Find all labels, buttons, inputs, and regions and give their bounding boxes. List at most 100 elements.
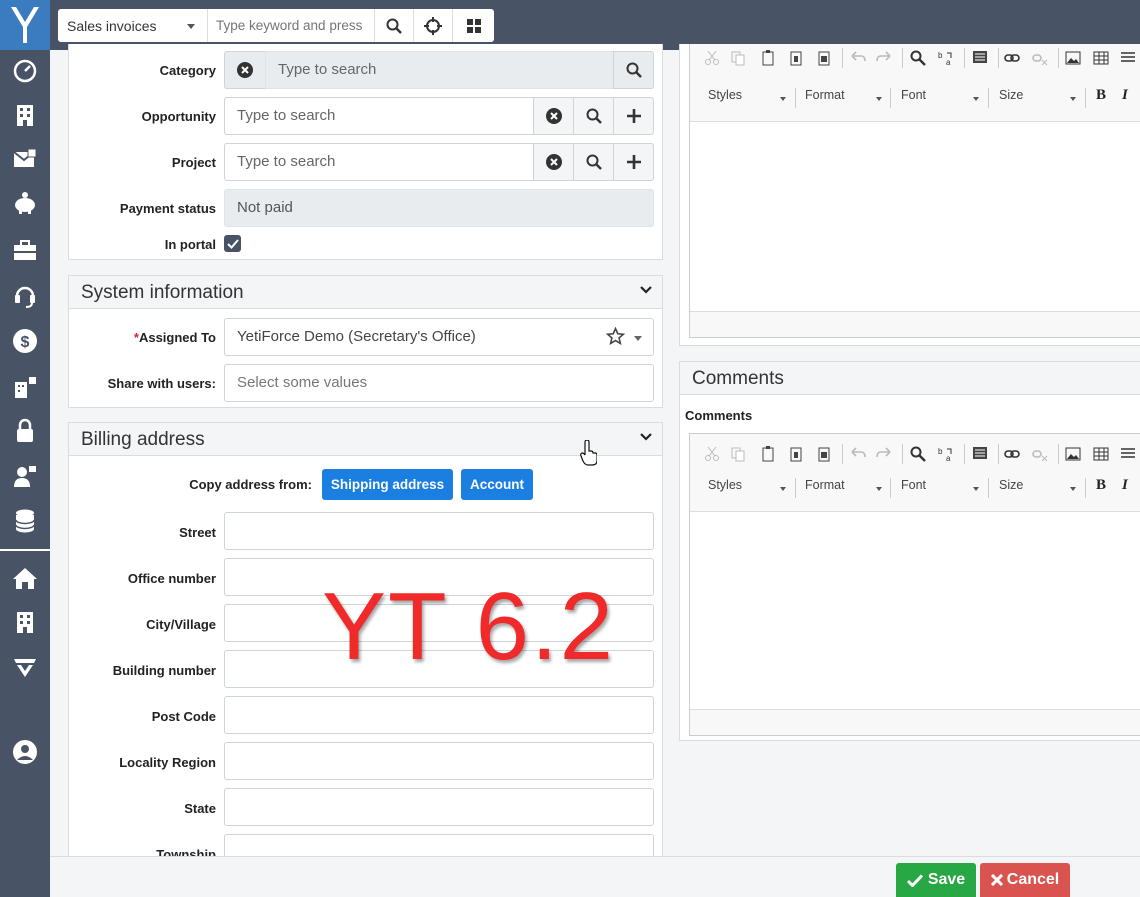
replace-icon[interactable]: ba [938, 446, 954, 462]
paste-text-icon[interactable] [788, 50, 804, 66]
table-icon[interactable] [1093, 50, 1109, 66]
styles-combo[interactable]: Styles [708, 478, 786, 500]
opportunity-field[interactable]: Type to search [224, 97, 534, 135]
grid-icon [466, 18, 481, 33]
category-clear-button[interactable] [224, 51, 266, 89]
size-combo[interactable]: Size [999, 88, 1076, 110]
project-field[interactable]: Type to search [224, 143, 534, 181]
format-combo[interactable]: Format [805, 478, 882, 500]
horizontal-line-icon[interactable] [1120, 446, 1136, 462]
category-field[interactable]: Type to search [265, 51, 614, 89]
billing-address-header[interactable]: Billing address [69, 423, 662, 456]
briefcase-icon[interactable] [10, 236, 40, 264]
cut-icon[interactable] [704, 446, 720, 462]
styles-combo-label: Styles [708, 478, 743, 492]
yeti-shortcut-icon[interactable] [10, 654, 40, 682]
user-card-icon[interactable] [10, 462, 40, 490]
comments-panel: Comments Comments ba Styles Format Font … [679, 361, 1140, 741]
link-icon[interactable] [1004, 446, 1020, 462]
piggy-bank-icon[interactable] [10, 189, 40, 217]
description-editor[interactable]: ba Styles Format Font Size B I [689, 44, 1140, 338]
chevron-down-icon [1070, 97, 1076, 101]
building-gear-icon[interactable] [10, 373, 40, 401]
chevron-down-icon [973, 97, 979, 101]
yetiforce-logo[interactable] [0, 0, 50, 50]
svg-text:a: a [946, 454, 951, 462]
italic-button[interactable]: I [1122, 87, 1128, 104]
save-button[interactable]: Save [896, 863, 976, 897]
replace-icon[interactable]: ba [938, 50, 954, 66]
font-combo[interactable]: Font [901, 88, 979, 110]
share-with-users-select[interactable]: Select some values [224, 364, 654, 402]
description-panel: ba Styles Format Font Size B I [679, 44, 1140, 346]
state-input[interactable] [224, 788, 654, 826]
bold-button[interactable]: B [1096, 477, 1106, 494]
company-icon[interactable] [10, 101, 40, 129]
locality-region-input[interactable] [224, 742, 654, 780]
format-combo[interactable]: Format [805, 88, 882, 110]
bold-button[interactable]: B [1096, 87, 1106, 104]
project-search-button[interactable] [573, 143, 614, 181]
paste-word-icon[interactable] [816, 446, 832, 462]
comments-editor[interactable]: ba Styles Format Font Size B I [689, 433, 1140, 736]
cancel-button[interactable]: Cancel [980, 863, 1070, 897]
opportunity-clear-button[interactable] [533, 97, 574, 135]
font-combo[interactable]: Font [901, 478, 979, 500]
company-shortcut-icon[interactable] [10, 608, 40, 636]
system-information-header[interactable]: System information [69, 276, 662, 309]
redo-icon[interactable] [876, 50, 892, 66]
paste-word-icon[interactable] [816, 50, 832, 66]
post-code-input[interactable] [224, 696, 654, 734]
advanced-search-button[interactable] [414, 9, 453, 42]
undo-icon[interactable] [850, 446, 866, 462]
image-icon[interactable] [1065, 50, 1081, 66]
star-icon[interactable] [606, 327, 625, 345]
copy-icon[interactable] [730, 50, 746, 66]
italic-button[interactable]: I [1122, 477, 1128, 494]
global-search-input[interactable] [208, 9, 375, 42]
find-icon[interactable] [910, 50, 926, 66]
user-profile-icon[interactable] [10, 738, 40, 766]
mail-icon[interactable] [10, 145, 40, 173]
headset-icon[interactable] [10, 281, 40, 309]
layout-button[interactable] [453, 9, 494, 42]
unlink-icon[interactable] [1032, 446, 1048, 462]
find-icon[interactable] [910, 446, 926, 462]
copy-from-shipping-button[interactable]: Shipping address [322, 469, 453, 500]
opportunity-add-button[interactable] [613, 97, 654, 135]
comments-header[interactable]: Comments [680, 362, 1140, 395]
select-all-icon[interactable] [972, 446, 988, 462]
unlink-icon[interactable] [1032, 50, 1048, 66]
paste-icon[interactable] [760, 50, 776, 66]
cut-icon[interactable] [704, 50, 720, 66]
street-input[interactable] [224, 512, 654, 550]
search-button[interactable] [375, 9, 414, 42]
in-portal-checkbox[interactable] [224, 235, 241, 252]
table-icon[interactable] [1093, 446, 1109, 462]
copy-from-account-button[interactable]: Account [461, 469, 533, 500]
select-all-icon[interactable] [972, 50, 988, 66]
dashboard-icon[interactable] [10, 57, 40, 85]
styles-combo[interactable]: Styles [708, 88, 786, 110]
category-search-button[interactable] [613, 51, 654, 89]
horizontal-line-icon[interactable] [1120, 50, 1136, 66]
hand-cursor-icon [580, 440, 597, 466]
redo-icon[interactable] [876, 446, 892, 462]
paste-icon[interactable] [760, 446, 776, 462]
dollar-icon[interactable]: $ [10, 327, 40, 355]
home-icon[interactable] [10, 564, 40, 592]
paste-text-icon[interactable] [788, 446, 804, 462]
opportunity-search-button[interactable] [573, 97, 614, 135]
copy-icon[interactable] [730, 446, 746, 462]
project-clear-button[interactable] [533, 143, 574, 181]
module-select[interactable]: Sales invoices [58, 9, 208, 42]
size-combo[interactable]: Size [999, 478, 1076, 500]
lock-icon[interactable] [10, 417, 40, 445]
database-icon[interactable] [10, 507, 40, 535]
undo-icon[interactable] [850, 50, 866, 66]
project-add-button[interactable] [613, 143, 654, 181]
street-label: Street [179, 525, 216, 540]
image-icon[interactable] [1065, 446, 1081, 462]
assigned-to-select[interactable]: YetiForce Demo (Secretary's Office) [224, 318, 654, 356]
link-icon[interactable] [1004, 50, 1020, 66]
